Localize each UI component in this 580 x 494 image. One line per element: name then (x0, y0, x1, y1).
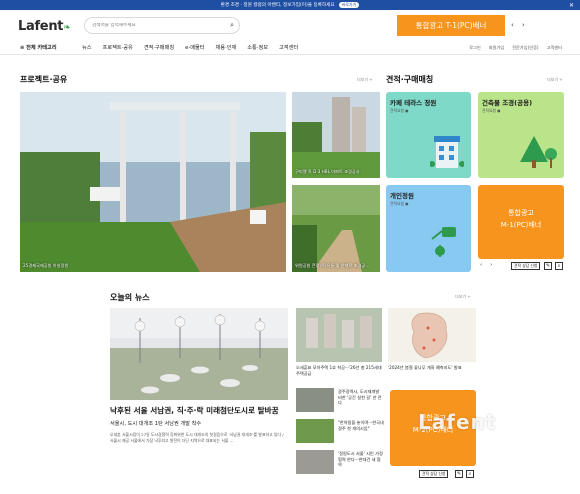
aerial-city-photo (296, 308, 382, 362)
park-photo (292, 185, 380, 272)
edit-icon[interactable]: ✎ (544, 262, 552, 270)
project-caption: 구미앨 옥 D 3 HBL 아파트 조경공사 (295, 169, 360, 174)
news-thumb-small[interactable] (296, 388, 334, 412)
search-input[interactable] (92, 23, 227, 28)
header: Lafent❧ ⌕ 통합광고 T-1(PC)배너 ‹ › (0, 10, 580, 42)
top-ad-pager: ‹ › (511, 21, 528, 29)
top-notice-more-button[interactable]: 바로가기 (338, 2, 360, 8)
search-icon[interactable]: ⌕ (555, 262, 563, 270)
projects-title: 프로젝트·공유 (20, 75, 68, 84)
site-logo[interactable]: Lafent❧ (18, 19, 71, 34)
all-categories-button[interactable]: ≡ 전체 카테고리 (20, 44, 57, 51)
projects-more-link[interactable]: 더보기 + (357, 77, 373, 83)
estimate-request-button[interactable]: 견적 상담 신청 (419, 470, 449, 478)
login-link[interactable]: 로그인 (469, 45, 481, 51)
pro-signup-link[interactable]: 전문가입(인증) (512, 45, 538, 51)
news-item[interactable]: 광주광역시, 도시재개발 비한 '공간 실천 길' 안 전다 (338, 389, 384, 406)
support-link[interactable]: 고객센터 (547, 45, 562, 51)
estimate-card-sub: 견적요청 ● (390, 108, 409, 113)
project-thumb[interactable]: 위원공원 큰정(주)유통 및 산책로 조경공... (292, 185, 380, 272)
news-thumb[interactable] (296, 308, 382, 362)
news-thumb-small[interactable] (296, 419, 334, 443)
nav-item[interactable]: e-매물터 (185, 44, 204, 51)
search-icon[interactable]: ⌕ (230, 21, 234, 30)
estimate-pager: ‹ › (480, 262, 495, 268)
estimate-card-sub: 견적요청 ● (390, 201, 409, 206)
news-item[interactable]: "한약림을 놓이며···한국내 경주 첫 개의시업" (338, 420, 384, 431)
news-title: 오늘의 뉴스 (110, 293, 150, 302)
nav-item[interactable]: 소통·정보 (247, 44, 268, 51)
news-item[interactable]: '정원도시 서울' 시민 가정 협력 한다···현대건 새 협약 (338, 451, 384, 468)
news-subhead: 서울시, 도시 대개조 1탄 서남권 개발 착수 (110, 421, 202, 427)
estimate-ad-banner[interactable]: 통합광고 M-1(PC)배너 (478, 185, 564, 259)
tree-icon (520, 136, 557, 168)
estimate-card[interactable]: 카페 테라스 정원 견적요청 ● (386, 92, 471, 178)
project-caption: 25경제국제공원 아실정원 (23, 263, 69, 268)
main-nav: ≡ 전체 카테고리 뉴스 프로젝트·공유 견적·구매매칭 e-매물터 채용·인재… (0, 42, 580, 55)
chevron-left-icon[interactable]: ‹ (480, 262, 485, 268)
edit-icon[interactable]: ✎ (455, 470, 463, 478)
chevron-left-icon[interactable]: ‹ (511, 21, 517, 29)
nav-menu: 뉴스 프로젝트·공유 견적·구매매칭 e-매물터 채용·인재 소통·정보 고객센… (82, 44, 298, 51)
nav-item[interactable]: 고객센터 (279, 44, 298, 51)
top-notice-text: 환경 조경 · 정원 칼럼의 아벤티, 정보가입(이)을 등록하세요 (220, 3, 335, 8)
news-item[interactable]: '2024년 봄철 꽃나무 개화 예측지도' 발표 (388, 365, 476, 371)
nav-item[interactable]: 견적·구매매칭 (144, 44, 174, 51)
close-icon[interactable]: ✕ (569, 2, 574, 9)
news-main-image[interactable] (110, 308, 288, 400)
project-main-image[interactable]: 25경제국제공원 아실정원 (20, 92, 286, 272)
search-icon[interactable]: ⌕ (466, 470, 474, 478)
estimate-request-button[interactable]: 견적 상담 신청 (511, 262, 541, 270)
chevron-right-icon[interactable]: › (490, 262, 495, 268)
ad-label: 통합광고 M-1(PC)배너 (500, 209, 542, 229)
estimate-card-title: 개인정원 (390, 192, 414, 200)
map-icon (388, 308, 476, 362)
sculpture-garden-photo (110, 308, 288, 400)
news-body: 오세훈 서울시장이 27일 도시경쟁력 강화위한 도시 대개조의 첫걸음으로 '… (110, 432, 284, 443)
news-thumb[interactable] (388, 308, 476, 362)
estimate-card-title: 건축물 조경(공용) (482, 99, 533, 107)
nav-item[interactable]: 채용·인재 (216, 44, 237, 51)
news-more-link[interactable]: 더보기 + (455, 294, 471, 300)
watermark-logo: Lafent (418, 410, 497, 434)
estimate-card-sub: 견적요청 ● (482, 108, 501, 113)
building-icon (430, 136, 464, 168)
logo-text: Lafent (18, 19, 64, 34)
nav-item[interactable]: 뉴스 (82, 44, 92, 51)
news-item[interactable]: 오세훈표 모아주택 1호 착공···'26년 총 215세대 주택공급 (296, 365, 382, 376)
estimate-card-title: 카페 테라스 정원 (390, 99, 437, 107)
top-ad-banner[interactable]: 통합광고 T-1(PC)배너 (397, 15, 505, 36)
estimates-title: 견적·구매매칭 (386, 75, 434, 84)
project-thumb[interactable]: 구미앨 옥 D 3 HBL 아파트 조경공사 (292, 92, 380, 178)
estimate-card[interactable]: 개인정원 견적요청 ● (386, 185, 471, 272)
garden-photo (20, 92, 286, 272)
leaf-icon: ❧ (63, 23, 71, 33)
nav-item[interactable]: 프로젝트·공유 (103, 44, 133, 51)
estimates-more-link[interactable]: 더보기 + (547, 77, 563, 83)
news-headline[interactable]: 낙후된 서울 서남권, 직·주·락 미래첨단도시로 탈바꿈 (110, 405, 279, 416)
apartment-photo (292, 92, 380, 178)
news-thumb-small[interactable] (296, 450, 334, 474)
top-notice-bar: 환경 조경 · 정원 칼럼의 아벤티, 정보가입(이)을 등록하세요 바로가기 … (0, 0, 580, 10)
chevron-right-icon[interactable]: › (522, 21, 528, 29)
search-box: ⌕ (84, 17, 240, 34)
watering-can-icon (431, 227, 456, 257)
signup-link[interactable]: 회원가입 (489, 45, 504, 51)
estimate-card[interactable]: 건축물 조경(공용) 견적요청 ● (478, 92, 564, 178)
project-caption: 위원공원 큰정(주)유통 및 산책로 조경공... (295, 263, 370, 268)
util-links: 로그인 회원가입 전문가입(인증) 고객센터 (469, 45, 562, 51)
